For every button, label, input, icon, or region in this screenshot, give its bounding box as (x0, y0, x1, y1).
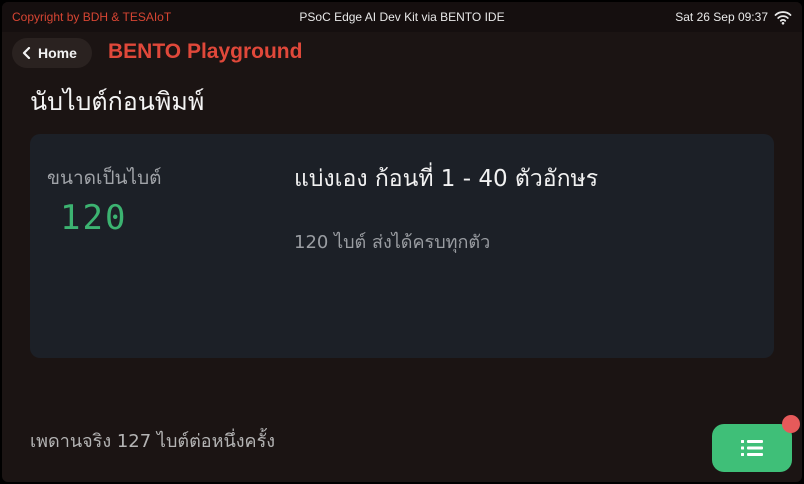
chunk-heading: แบ่งเอง ก้อนที่ 1 - 40 ตัวอักษร (294, 166, 599, 192)
app-screen: Copyright by BDH & TESAIoT PSoC Edge AI … (2, 2, 802, 482)
home-button-label: Home (38, 45, 77, 61)
byte-count-card: ขนาดเป็นไบต์ 120 แบ่งเอง ก้อนที่ 1 - 40 … (30, 134, 774, 358)
send-status: 120 ไบต์ ส่งได้ครบทุกตัว (294, 232, 491, 253)
size-value: 120 (60, 198, 128, 238)
app-title: BENTO Playground (108, 40, 303, 63)
limit-note: เพดานจริง 127 ไบต์ต่อหนึ่งครั้ง (30, 431, 276, 452)
size-label: ขนาดเป็นไบต์ (47, 167, 162, 189)
list-icon (741, 440, 763, 456)
wifi-icon (774, 11, 792, 25)
menu-button[interactable] (712, 424, 792, 472)
datetime: Sat 26 Sep 09:37 (675, 10, 768, 24)
home-button[interactable]: Home (12, 38, 92, 68)
chevron-left-icon (22, 47, 31, 59)
status-bar: Copyright by BDH & TESAIoT PSoC Edge AI … (2, 2, 802, 32)
notification-badge (782, 415, 800, 433)
page-title: นับไบต์ก่อนพิมพ์ (30, 87, 205, 116)
